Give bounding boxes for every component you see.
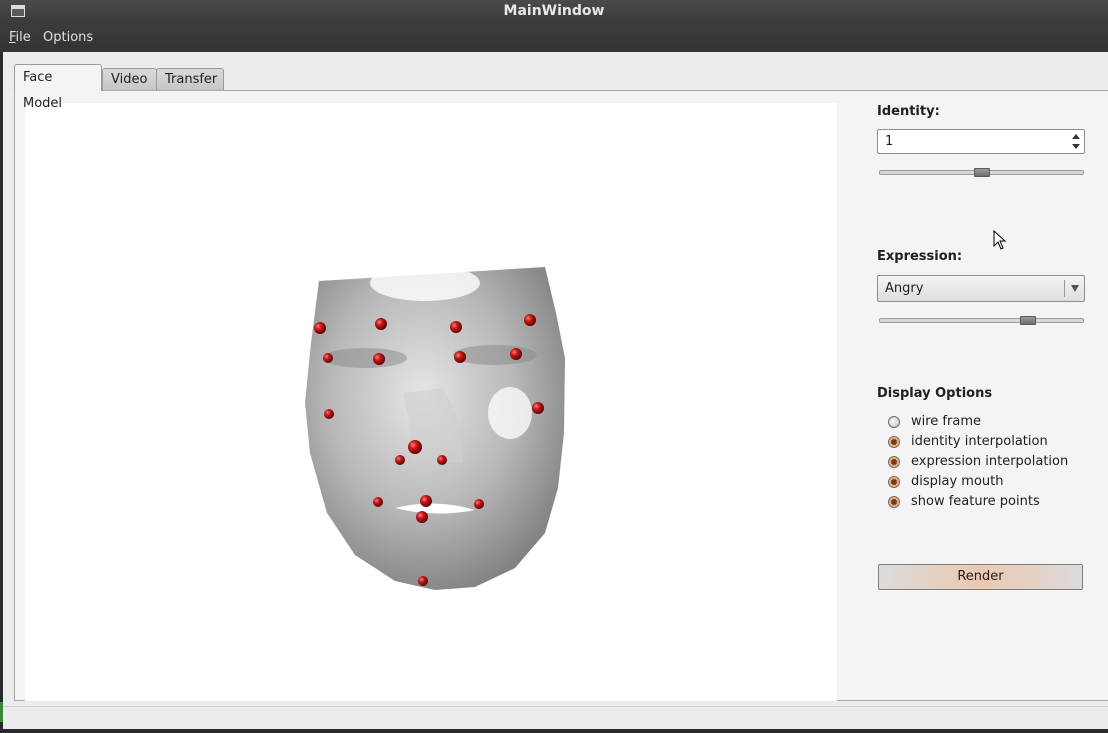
face-model-pane: Identity: 1 Expression: Angry Display Op… xyxy=(14,90,1108,701)
menu-file[interactable]: File xyxy=(9,30,31,45)
dropdown-arrow-icon[interactable] xyxy=(1071,285,1079,292)
expression-selected: Angry xyxy=(885,281,924,296)
left-eye-shade xyxy=(323,348,407,368)
radio-icon[interactable] xyxy=(888,456,900,468)
display-options-label: Display Options xyxy=(877,386,993,401)
expression-slider[interactable] xyxy=(879,316,1084,325)
option-label: expression interpolation xyxy=(911,454,1069,469)
window-title: MainWindow xyxy=(503,3,605,19)
expression-dropdown[interactable]: Angry xyxy=(877,275,1085,302)
identity-value: 1 xyxy=(885,134,894,149)
cheek-highlight xyxy=(488,387,532,439)
option-label: show feature points xyxy=(911,494,1040,509)
tab-face-model[interactable]: Face Model xyxy=(14,64,102,111)
identity-label: Identity: xyxy=(877,104,940,119)
tab-transfer[interactable]: Transfer xyxy=(156,68,224,90)
status-bar xyxy=(3,706,1108,730)
render-button[interactable]: Render xyxy=(878,564,1083,590)
expression-slider-handle[interactable] xyxy=(1020,316,1037,325)
radio-icon[interactable] xyxy=(888,476,900,488)
radio-icon[interactable] xyxy=(888,436,900,448)
expression-label: Expression: xyxy=(877,249,963,264)
radio-icon[interactable] xyxy=(888,496,900,508)
control-panel: Identity: 1 Expression: Angry Display Op… xyxy=(877,91,1108,702)
option-label: wire frame xyxy=(911,414,981,429)
dropdown-separator xyxy=(1064,280,1065,297)
main-window-client: Face Model Video Transfer Identity: 1 Ex… xyxy=(3,52,1108,730)
radio-icon[interactable] xyxy=(888,416,900,428)
face-3d-viewport[interactable] xyxy=(25,103,837,701)
mouse-pointer-icon xyxy=(993,230,1007,250)
menu-file-label: ile xyxy=(15,30,31,45)
menu-options[interactable]: Options xyxy=(43,30,93,45)
identity-slider-handle[interactable] xyxy=(973,168,990,177)
window-bottom-edge xyxy=(0,729,1108,733)
title-bar[interactable]: MainWindow xyxy=(0,0,1108,24)
identity-slider[interactable] xyxy=(879,168,1084,177)
option-label: identity interpolation xyxy=(911,434,1048,449)
forehead-highlight xyxy=(370,265,480,301)
window-icon[interactable] xyxy=(11,5,25,17)
menu-bar: File Options xyxy=(0,24,1108,52)
option-label: display mouth xyxy=(911,474,1004,489)
face-render xyxy=(305,265,565,590)
spin-up-icon[interactable] xyxy=(1072,134,1080,139)
spin-down-icon[interactable] xyxy=(1072,144,1080,149)
identity-spinbox[interactable]: 1 xyxy=(877,129,1085,154)
tab-video[interactable]: Video xyxy=(102,68,157,90)
